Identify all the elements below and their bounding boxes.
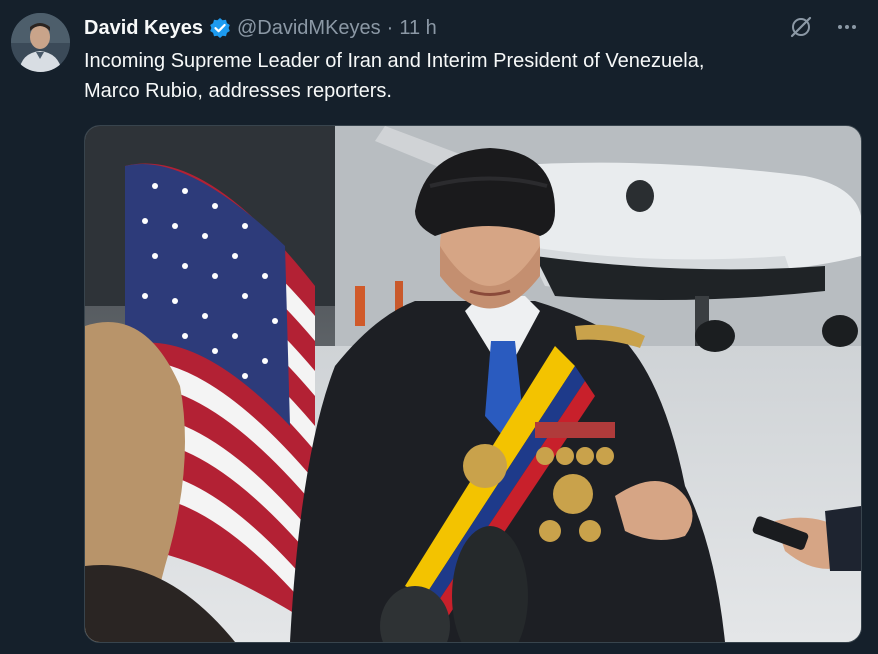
tweet-text-line: Incoming Supreme Leader of Iran and Inte… (84, 50, 705, 72)
tweet-text: Incoming Supreme Leader of Iran and Inte… (84, 46, 844, 106)
tweet-actions-top (788, 14, 860, 40)
author-handle[interactable]: @DavidMKeyes (237, 17, 381, 40)
grok-icon[interactable] (788, 14, 814, 40)
tweet-text-line: Marco Rubio, addresses reporters. (84, 80, 392, 102)
separator-dot: · (386, 16, 394, 39)
more-icon[interactable] (834, 14, 860, 40)
tweet: David Keyes @DavidMKeyes · 11 h Incoming… (0, 0, 878, 654)
author-name[interactable]: David Keyes (84, 17, 203, 40)
tweet-header: David Keyes @DavidMKeyes · 11 h (84, 15, 437, 41)
tweet-media-photo[interactable] (84, 125, 862, 643)
verified-badge-icon (209, 17, 231, 39)
avatar[interactable] (11, 13, 70, 72)
timestamp[interactable]: 11 h (399, 17, 436, 40)
